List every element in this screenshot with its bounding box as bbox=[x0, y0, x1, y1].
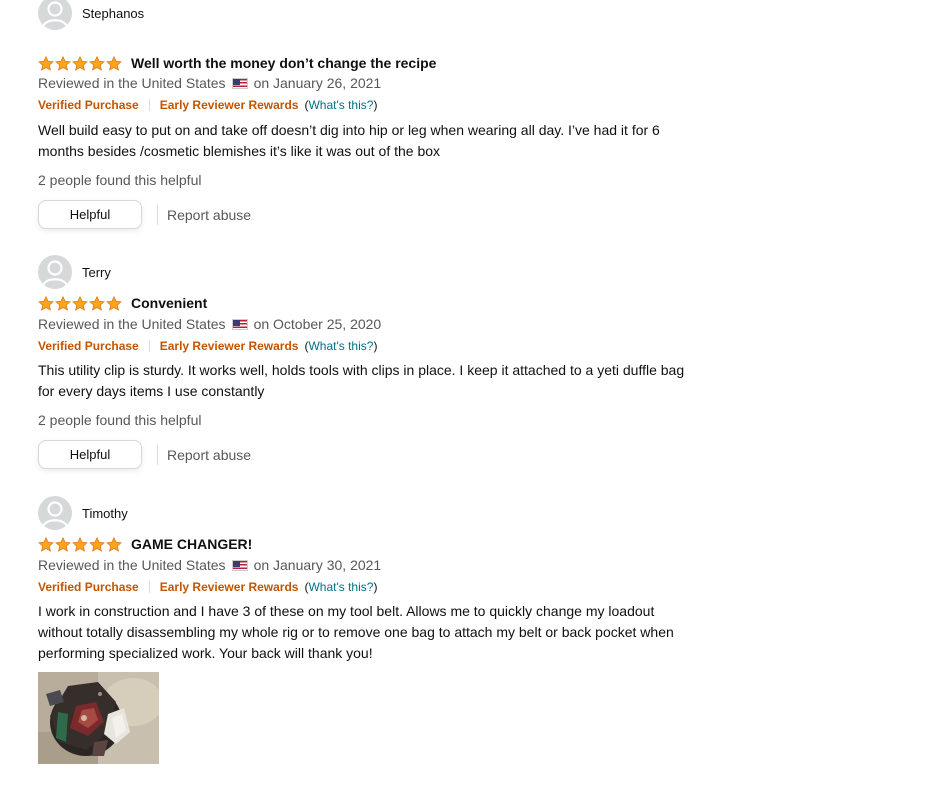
review-badges: Verified Purchase Early Reviewer Rewards… bbox=[38, 339, 377, 353]
default-avatar-icon bbox=[38, 0, 72, 30]
review-actions: Helpful Report abuse bbox=[38, 200, 251, 229]
star-icon bbox=[55, 295, 71, 311]
review-body: Well build easy to put on and take off d… bbox=[38, 120, 758, 162]
review-badges: Verified Purchase Early Reviewer Rewards… bbox=[38, 98, 377, 112]
reviewer-name: Timothy bbox=[82, 505, 128, 521]
badge-divider bbox=[148, 340, 150, 352]
review-date-text: on January 26, 2021 bbox=[253, 75, 382, 91]
review-date: Reviewed in the United States on October… bbox=[38, 316, 381, 332]
star-icon bbox=[106, 536, 122, 552]
us-flag-icon bbox=[231, 318, 248, 330]
early-reviewer-badge: Early Reviewer Rewards bbox=[159, 339, 299, 353]
reviewer-name: Stephanos bbox=[82, 5, 145, 21]
helpful-count: 2 people found this helpful bbox=[38, 412, 202, 428]
star-icon bbox=[55, 536, 71, 552]
whats-this-link[interactable]: (What's this?) bbox=[304, 98, 377, 112]
early-reviewer-badge: Early Reviewer Rewards bbox=[159, 580, 299, 594]
whats-this-text[interactable]: What's this? bbox=[308, 339, 373, 353]
review-date: Reviewed in the United States on January… bbox=[38, 557, 381, 573]
early-reviewer-badge: Early Reviewer Rewards bbox=[159, 98, 299, 112]
report-abuse-link[interactable]: Report abuse bbox=[167, 207, 251, 223]
whats-this-text[interactable]: What's this? bbox=[308, 98, 373, 112]
report-abuse-link[interactable]: Report abuse bbox=[167, 447, 251, 463]
review-title-link[interactable]: Well worth the money don’t change the re… bbox=[131, 55, 436, 71]
default-avatar-icon bbox=[38, 496, 72, 530]
review-body-line: months besides /cosmetic blemishes it’s … bbox=[38, 143, 441, 159]
us-flag-icon bbox=[231, 559, 248, 571]
verified-purchase-badge: Verified Purchase bbox=[38, 98, 139, 112]
helpful-count: 2 people found this helpful bbox=[38, 172, 202, 188]
review-date-text: on October 25, 2020 bbox=[253, 316, 382, 332]
verified-purchase-badge: Verified Purchase bbox=[38, 339, 139, 353]
star-rating[interactable] bbox=[38, 55, 123, 71]
us-flag-icon bbox=[231, 77, 248, 89]
star-icon bbox=[38, 536, 54, 552]
star-icon bbox=[89, 295, 105, 311]
star-icon bbox=[106, 55, 122, 71]
reviewer-profile[interactable]: Terry bbox=[38, 255, 111, 289]
helpful-button[interactable]: Helpful bbox=[38, 200, 142, 229]
reviewer-profile[interactable]: Stephanos bbox=[38, 0, 144, 30]
review-country: Reviewed in the United States bbox=[38, 316, 226, 332]
review-body-line: performing specialized work. Your back w… bbox=[38, 645, 373, 661]
badge-divider bbox=[148, 581, 150, 593]
helpful-button[interactable]: Helpful bbox=[38, 440, 142, 469]
star-rating[interactable] bbox=[38, 536, 123, 552]
badge-divider bbox=[148, 99, 150, 111]
default-avatar-icon bbox=[38, 255, 72, 289]
review-date: Reviewed in the United States on January… bbox=[38, 75, 381, 91]
star-icon bbox=[89, 55, 105, 71]
review-image-thumbnail[interactable] bbox=[38, 672, 159, 764]
star-icon bbox=[72, 295, 88, 311]
review-badges: Verified Purchase Early Reviewer Rewards… bbox=[38, 580, 377, 594]
review-title-link[interactable]: GAME CHANGER! bbox=[131, 536, 252, 552]
star-icon bbox=[38, 295, 54, 311]
review-body-line: This utility clip is sturdy. It works we… bbox=[38, 362, 685, 378]
star-icon bbox=[89, 536, 105, 552]
whats-this-link[interactable]: (What's this?) bbox=[304, 339, 377, 353]
star-icon bbox=[55, 55, 71, 71]
review-country: Reviewed in the United States bbox=[38, 557, 226, 573]
review-body-line: for every days items I use constantly bbox=[38, 383, 265, 399]
reviewer-profile[interactable]: Timothy bbox=[38, 496, 128, 530]
star-icon bbox=[72, 55, 88, 71]
review-title-link[interactable]: Convenient bbox=[131, 295, 207, 311]
review-body-line: I work in construction and I have 3 of t… bbox=[38, 603, 655, 619]
star-icon bbox=[106, 295, 122, 311]
review-country: Reviewed in the United States bbox=[38, 75, 226, 91]
star-icon bbox=[72, 536, 88, 552]
reviewer-name: Terry bbox=[82, 264, 111, 280]
star-rating[interactable] bbox=[38, 295, 123, 311]
whats-this-text[interactable]: What's this? bbox=[308, 580, 373, 594]
review-body: I work in construction and I have 3 of t… bbox=[38, 601, 758, 664]
review-body: This utility clip is sturdy. It works we… bbox=[38, 360, 758, 402]
review-body-line: Well build easy to put on and take off d… bbox=[38, 122, 660, 138]
star-icon bbox=[38, 55, 54, 71]
review-actions: Helpful Report abuse bbox=[38, 440, 251, 469]
action-divider bbox=[157, 444, 158, 465]
whats-this-link[interactable]: (What's this?) bbox=[304, 580, 377, 594]
verified-purchase-badge: Verified Purchase bbox=[38, 580, 139, 594]
action-divider bbox=[157, 204, 158, 225]
review-date-text: on January 30, 2021 bbox=[253, 557, 382, 573]
review-body-line: without totally disassembling my whole r… bbox=[38, 624, 674, 640]
